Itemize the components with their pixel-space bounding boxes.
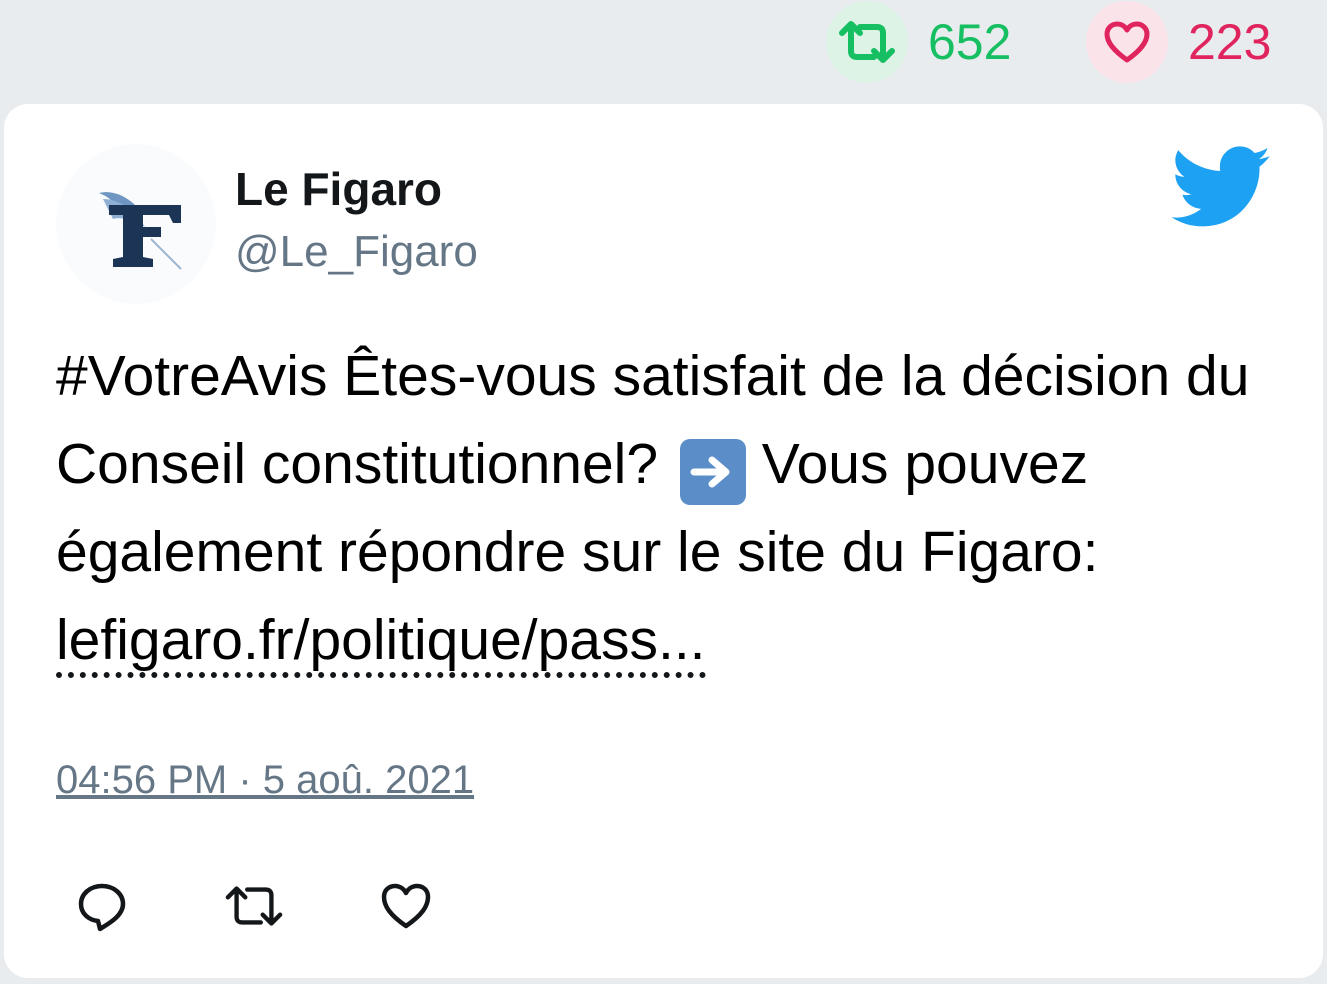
retweet-icon (839, 21, 895, 63)
tweet-actions (72, 876, 528, 936)
twitter-bird-icon[interactable] (1172, 146, 1272, 230)
reply-button[interactable] (72, 876, 132, 936)
retweet-button[interactable] (224, 876, 284, 936)
avatar[interactable] (56, 144, 216, 304)
retweet-icon (225, 886, 283, 926)
tweet-timestamp[interactable]: 04:56 PM · 5 aoû. 2021 (56, 758, 474, 803)
retweet-stat-icon-circle[interactable] (826, 1, 908, 83)
like-button[interactable] (376, 876, 436, 936)
tweet-stats-bar: 652 223 (0, 0, 1327, 90)
hashtag-link[interactable]: #VotreAvis (56, 344, 327, 408)
author-name[interactable]: Le Figaro (235, 164, 442, 215)
reply-icon (78, 883, 126, 932)
tweet-link[interactable]: lefigaro.fr/politique/pass... (56, 608, 706, 678)
like-count: 223 (1188, 14, 1272, 70)
author-handle[interactable]: @Le_Figaro (235, 227, 478, 276)
tweet-card: Le Figaro @Le_Figaro #VotreAvis Êtes-vou… (4, 104, 1323, 978)
retweet-stat[interactable]: 652 (826, 1, 1012, 83)
heart-icon (381, 883, 431, 929)
like-stat-icon-circle[interactable] (1086, 1, 1168, 83)
heart-icon (1104, 21, 1150, 63)
right-arrow-emoji-icon (679, 439, 746, 505)
tweet-text: #VotreAvis Êtes-vous satisfait de la déc… (56, 332, 1276, 684)
le-figaro-logo (99, 192, 182, 270)
retweet-count: 652 (928, 14, 1012, 70)
like-stat[interactable]: 223 (1086, 1, 1272, 83)
